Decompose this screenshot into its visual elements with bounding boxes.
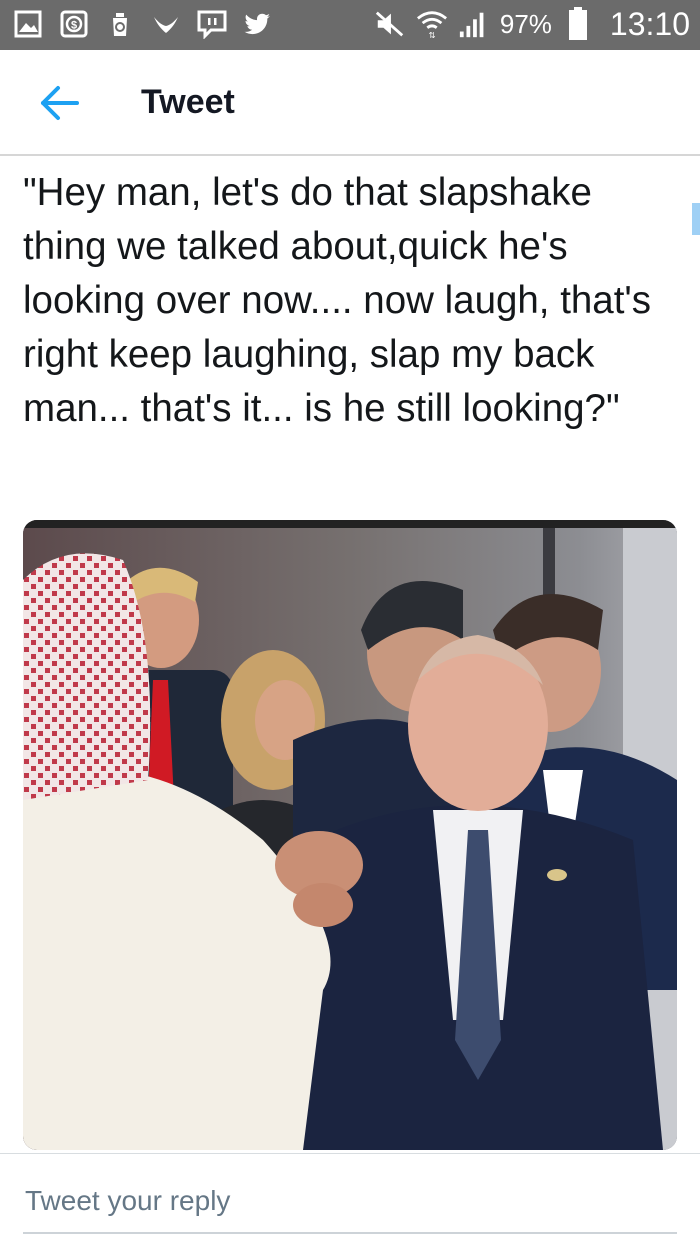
photo-illustration: [23, 520, 677, 1150]
back-button[interactable]: [34, 80, 84, 126]
svg-text:⇅: ⇅: [428, 30, 435, 40]
page-title: Tweet: [141, 83, 235, 121]
mute-icon: [374, 8, 406, 40]
reply-placeholder: Tweet your reply: [25, 1185, 231, 1216]
reply-divider: [0, 1153, 700, 1154]
shop-icon: $: [58, 8, 90, 40]
tweet-photo[interactable]: [23, 520, 677, 1150]
app-bar: Tweet: [0, 50, 700, 156]
twitter-icon: [242, 8, 274, 40]
signal-icon: [458, 8, 490, 40]
clock: 13:10: [609, 6, 690, 42]
system-icons: ⇅ 97% 13:10: [374, 6, 690, 42]
battery-percent: 97%: [499, 9, 552, 39]
chat-icon: [196, 8, 228, 40]
bird-icon: [150, 8, 182, 40]
scrollbar-thumb[interactable]: [692, 203, 700, 235]
recycle-icon: [104, 8, 136, 40]
reply-input[interactable]: Tweet your reply: [23, 1170, 677, 1234]
tweet-text: "Hey man, let's do that slapshake thing …: [23, 171, 662, 430]
battery-icon: [562, 7, 594, 40]
status-bar: $ ⇅ 97% 13:10: [0, 0, 700, 50]
wifi-icon: ⇅: [416, 8, 448, 40]
svg-text:$: $: [71, 20, 77, 32]
notification-icons: $: [12, 8, 274, 40]
gallery-icon: [12, 8, 44, 40]
back-arrow-icon: [41, 86, 79, 120]
